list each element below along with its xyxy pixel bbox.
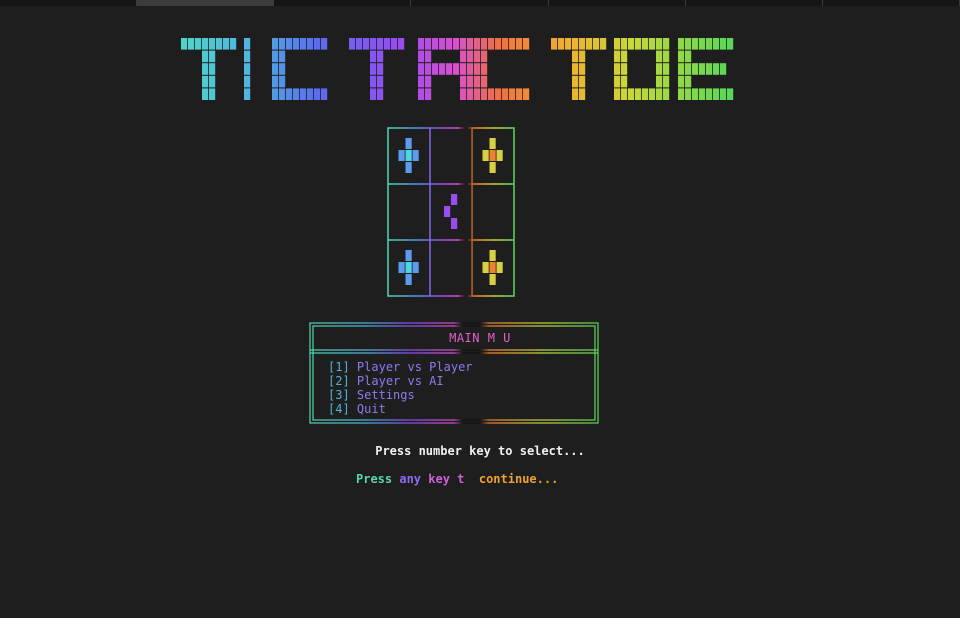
mark-block [405,162,412,173]
game-board [387,127,515,297]
x-mark-icon [398,138,419,173]
menu-item-key: [4] [328,402,350,416]
continue-prompt-part: continue... [478,472,559,486]
mark-block [496,262,503,273]
mark-block [482,262,489,273]
mark-block [444,206,451,217]
continue-prompt-part: key [428,472,458,486]
menu-title: MAIN M U [449,331,511,345]
mark-block [489,138,496,149]
mark-block [405,150,412,161]
continue-prompt: Press any key t continue... [356,472,558,486]
menu-item-key: [2] [328,374,350,388]
menu-item-label: Player vs AI [356,374,444,388]
menu-item-key: [3] [328,388,350,402]
menu-item-player-vs-ai[interactable]: [2] Player vs AI [328,374,473,388]
mark-block [451,218,458,229]
mark-block [489,274,496,285]
mark-block [496,150,503,161]
mark-block [451,194,458,205]
mark-block [405,262,412,273]
mark-block [412,150,419,161]
mark-block [489,162,496,173]
continue-prompt-part: t [457,472,479,486]
menu-item-settings[interactable]: [3] Settings [328,388,473,402]
mark-block [489,250,496,261]
continue-prompt-part: any [399,472,429,486]
mark-block [398,262,405,273]
menu-item-key: [1] [328,360,350,374]
menu-list: [1] Player vs Player [2] Player vs AI [3… [328,360,473,416]
mark-block [405,250,412,261]
mark-block [489,150,496,161]
mark-block [482,150,489,161]
x-mark-icon [398,250,419,285]
menu-item-label: Quit [356,402,386,416]
menu-item-quit[interactable]: [4] Quit [328,402,473,416]
x-mark-icon [482,138,503,173]
mark-block [489,262,496,273]
mark-block [405,274,412,285]
menu-item-player-vs-player[interactable]: [1] Player vs Player [328,360,473,374]
menu-item-label: Settings [356,388,415,402]
continue-prompt-part: Press [356,472,400,486]
mark-block [405,138,412,149]
mark-block [398,150,405,161]
menu-item-label: Player vs Player [356,360,473,374]
o-mark-icon [444,194,458,229]
mark-block [412,262,419,273]
x-mark-icon [482,250,503,285]
select-prompt: Press number key to select... [375,444,585,458]
